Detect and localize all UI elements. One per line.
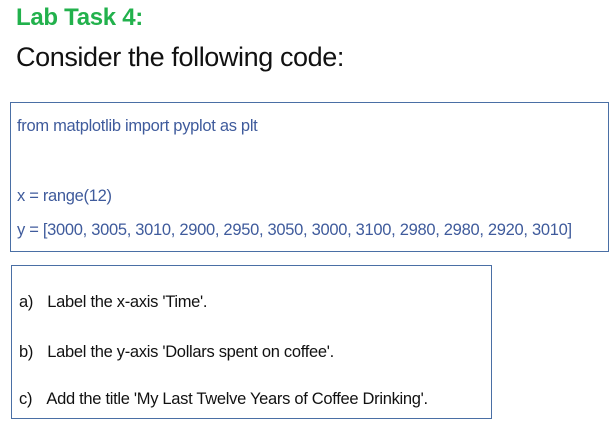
- page-title: Lab Task 4:: [16, 4, 143, 31]
- code-line-x: x = range(12): [17, 187, 112, 205]
- code-line-y: y = [3000, 3005, 3010, 2900, 2950, 3050,…: [17, 221, 572, 239]
- task-item-b: b) Label the y-axis 'Dollars spent on co…: [19, 343, 334, 362]
- task-text: Label the y-axis 'Dollars spent on coffe…: [47, 343, 334, 361]
- task-text: Label the x-axis 'Time'.: [47, 293, 208, 311]
- page-subtitle: Consider the following code:: [16, 42, 345, 72]
- task-marker: b): [19, 343, 34, 361]
- task-item-a: a) Label the x-axis 'Time'.: [19, 293, 207, 312]
- code-block: from matplotlib import pyplot as plt x =…: [10, 102, 609, 252]
- task-item-c: c) Add the title 'My Last Twelve Years o…: [19, 390, 428, 409]
- code-line-import: from matplotlib import pyplot as plt: [17, 117, 258, 135]
- task-list: a) Label the x-axis 'Time'. b) Label the…: [11, 265, 492, 419]
- task-marker: a): [19, 293, 34, 311]
- task-text: Add the title 'My Last Twelve Years of C…: [46, 390, 428, 408]
- task-marker: c): [19, 390, 33, 408]
